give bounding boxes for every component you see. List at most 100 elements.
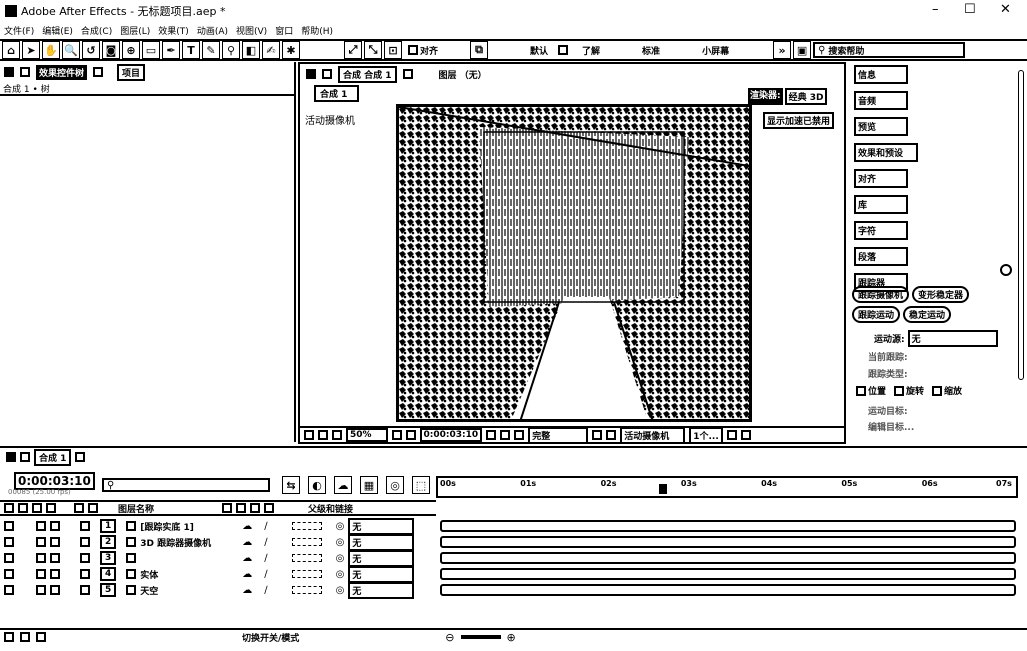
parent-select[interactable]: 无	[348, 565, 415, 583]
in-out-icon[interactable]	[36, 632, 46, 642]
visibility-icon[interactable]	[4, 537, 14, 547]
camera-select[interactable]: 活动摄像机	[620, 426, 686, 444]
video-toggle-icon[interactable]	[4, 503, 14, 513]
right-panel-scrollbar[interactable]	[1018, 70, 1024, 380]
tab-composition[interactable]: 合成 合成 1	[338, 65, 397, 83]
roi-icon[interactable]	[606, 430, 617, 440]
track-motion-button[interactable]: 跟踪运动	[852, 306, 901, 323]
time-ruler[interactable]: 00s 01s 02s 03s 04s 05s 06s 07s	[436, 476, 1018, 498]
layer-name[interactable]: 3D 跟踪器摄像机	[140, 536, 232, 549]
shy-layers-icon[interactable]: ☁	[334, 476, 352, 494]
solo-icon[interactable]	[36, 585, 46, 595]
align-checkbox[interactable]: 对齐	[408, 44, 438, 57]
shy-switch-icon[interactable]: ☁	[242, 553, 252, 564]
panel-align[interactable]: 对齐	[854, 169, 908, 188]
zoom-in-icon[interactable]: ⊕	[507, 631, 516, 644]
workspace-standard[interactable]: 标准	[642, 44, 660, 57]
world-axis-icon[interactable]: ⤡	[364, 41, 382, 59]
comp-tab-menu-icon[interactable]	[402, 69, 413, 79]
local-axis-icon[interactable]: ⤢	[344, 41, 362, 59]
shy-switch-icon[interactable]: ☁	[242, 585, 252, 596]
switches-group[interactable]	[291, 586, 322, 594]
stabilize-motion-button[interactable]: 稳定运动	[903, 306, 952, 323]
parent-select[interactable]: 无	[348, 581, 415, 599]
layer-lock-icon[interactable]	[50, 585, 60, 595]
motion-blur-icon[interactable]: ◎	[386, 476, 404, 494]
tab-menu-icon[interactable]	[93, 67, 104, 77]
parent-pickwhip-icon[interactable]: ◎	[336, 537, 345, 548]
help-search-input[interactable]: ⚲ 搜索帮助	[813, 42, 966, 58]
solo-toggle-icon[interactable]	[32, 503, 42, 513]
parent-pickwhip-icon[interactable]: ◎	[336, 553, 345, 564]
panel-library[interactable]: 库	[854, 195, 908, 214]
layer-name-header[interactable]: 图层名称	[118, 502, 218, 515]
quality-switch-icon[interactable]: ∕	[264, 585, 267, 596]
comp-subtab[interactable]: 合成 1	[314, 84, 360, 102]
solo-icon[interactable]	[36, 521, 46, 531]
close-button[interactable]: ✕	[1000, 2, 1011, 17]
tab-effect-controls[interactable]: 效果控件树	[36, 64, 88, 80]
quality-switch-icon[interactable]: ∕	[264, 553, 267, 564]
render-time-icon[interactable]	[4, 632, 14, 642]
layer-lock-icon[interactable]	[50, 521, 60, 531]
label-color-icon[interactable]	[80, 553, 90, 563]
panel-audio[interactable]: 音频	[854, 91, 908, 110]
viewer-timecode[interactable]: 0:00:03:10	[419, 428, 483, 442]
tracker-menu-icon[interactable]	[1000, 264, 1012, 276]
solo-icon[interactable]	[36, 537, 46, 547]
menu-effect[interactable]: 效果(T)	[158, 24, 189, 37]
color-icon[interactable]	[514, 430, 525, 440]
solo-icon[interactable]	[36, 553, 46, 563]
layer-duration-bar[interactable]	[440, 568, 1016, 580]
layer-lock-icon[interactable]	[50, 569, 60, 579]
comp-lock-icon[interactable]	[322, 69, 332, 79]
warp-stabilizer-button[interactable]: 变形稳定器	[912, 286, 970, 303]
menu-help[interactable]: 帮助(H)	[301, 24, 333, 37]
renderer-value[interactable]: 经典 3D	[784, 88, 828, 105]
comp-flowchart-icon[interactable]: ⇆	[282, 476, 300, 494]
switches-group[interactable]	[291, 570, 322, 578]
pan-tool-icon[interactable]: ⊕	[122, 41, 140, 59]
rectangle-tool-icon[interactable]: ▭	[142, 41, 160, 59]
panel-info[interactable]: 信息	[854, 65, 908, 84]
layer-lock-icon[interactable]	[50, 553, 60, 563]
pen-tool-icon[interactable]: ✒	[162, 41, 180, 59]
switches-group[interactable]	[291, 554, 322, 562]
snapshot-icon[interactable]	[486, 430, 497, 440]
comp-close-tab-icon[interactable]	[306, 69, 316, 79]
menu-layer[interactable]: 图层(L)	[120, 24, 150, 37]
always-preview-icon[interactable]	[304, 430, 314, 440]
transparency-grid-icon[interactable]	[592, 430, 603, 440]
parent-select[interactable]: 无	[348, 533, 415, 551]
region-icon[interactable]	[405, 430, 416, 440]
panel-menu-icon[interactable]: ▣	[793, 41, 812, 59]
view-axis-icon[interactable]: ⊡	[384, 41, 402, 59]
label-color-icon[interactable]	[80, 569, 90, 579]
mask-visibility-icon[interactable]	[332, 430, 342, 440]
audio-toggle-icon[interactable]	[18, 503, 28, 513]
panel-effects-presets[interactable]: 效果和预设	[854, 143, 918, 162]
resolution-select[interactable]: 完整	[528, 426, 589, 444]
switches-group[interactable]	[291, 522, 322, 530]
layer-row[interactable]: 3 ☁ ∕ ◎ 无	[0, 549, 436, 567]
clone-tool-icon[interactable]: ⚲	[222, 41, 240, 59]
lock-icon[interactable]	[20, 67, 30, 77]
draft-3d-icon[interactable]: ◐	[308, 476, 326, 494]
close-tab-icon[interactable]	[4, 67, 14, 77]
track-camera-button[interactable]: 跟踪摄像机	[852, 286, 910, 303]
views-select[interactable]: 1个...	[689, 426, 723, 444]
roto-tool-icon[interactable]: ✍	[262, 41, 280, 59]
workspace-small-screen[interactable]: 小屏幕	[702, 44, 729, 57]
scale-check[interactable]: 缩放	[932, 384, 962, 397]
timeline-search-input[interactable]: ⚲	[102, 478, 270, 492]
rotation-check[interactable]: 旋转	[894, 384, 924, 397]
label-color-icon[interactable]	[80, 521, 90, 531]
timeline-zoom-slider[interactable]	[460, 635, 501, 639]
playhead[interactable]	[658, 484, 667, 494]
visibility-icon[interactable]	[4, 585, 14, 595]
home-icon[interactable]: ⌂	[2, 41, 20, 59]
shy-switch-icon[interactable]: ☁	[242, 569, 252, 580]
menu-edit[interactable]: 编辑(E)	[42, 24, 73, 37]
parent-select[interactable]: 无	[348, 549, 415, 567]
channel-icon[interactable]	[500, 430, 511, 440]
